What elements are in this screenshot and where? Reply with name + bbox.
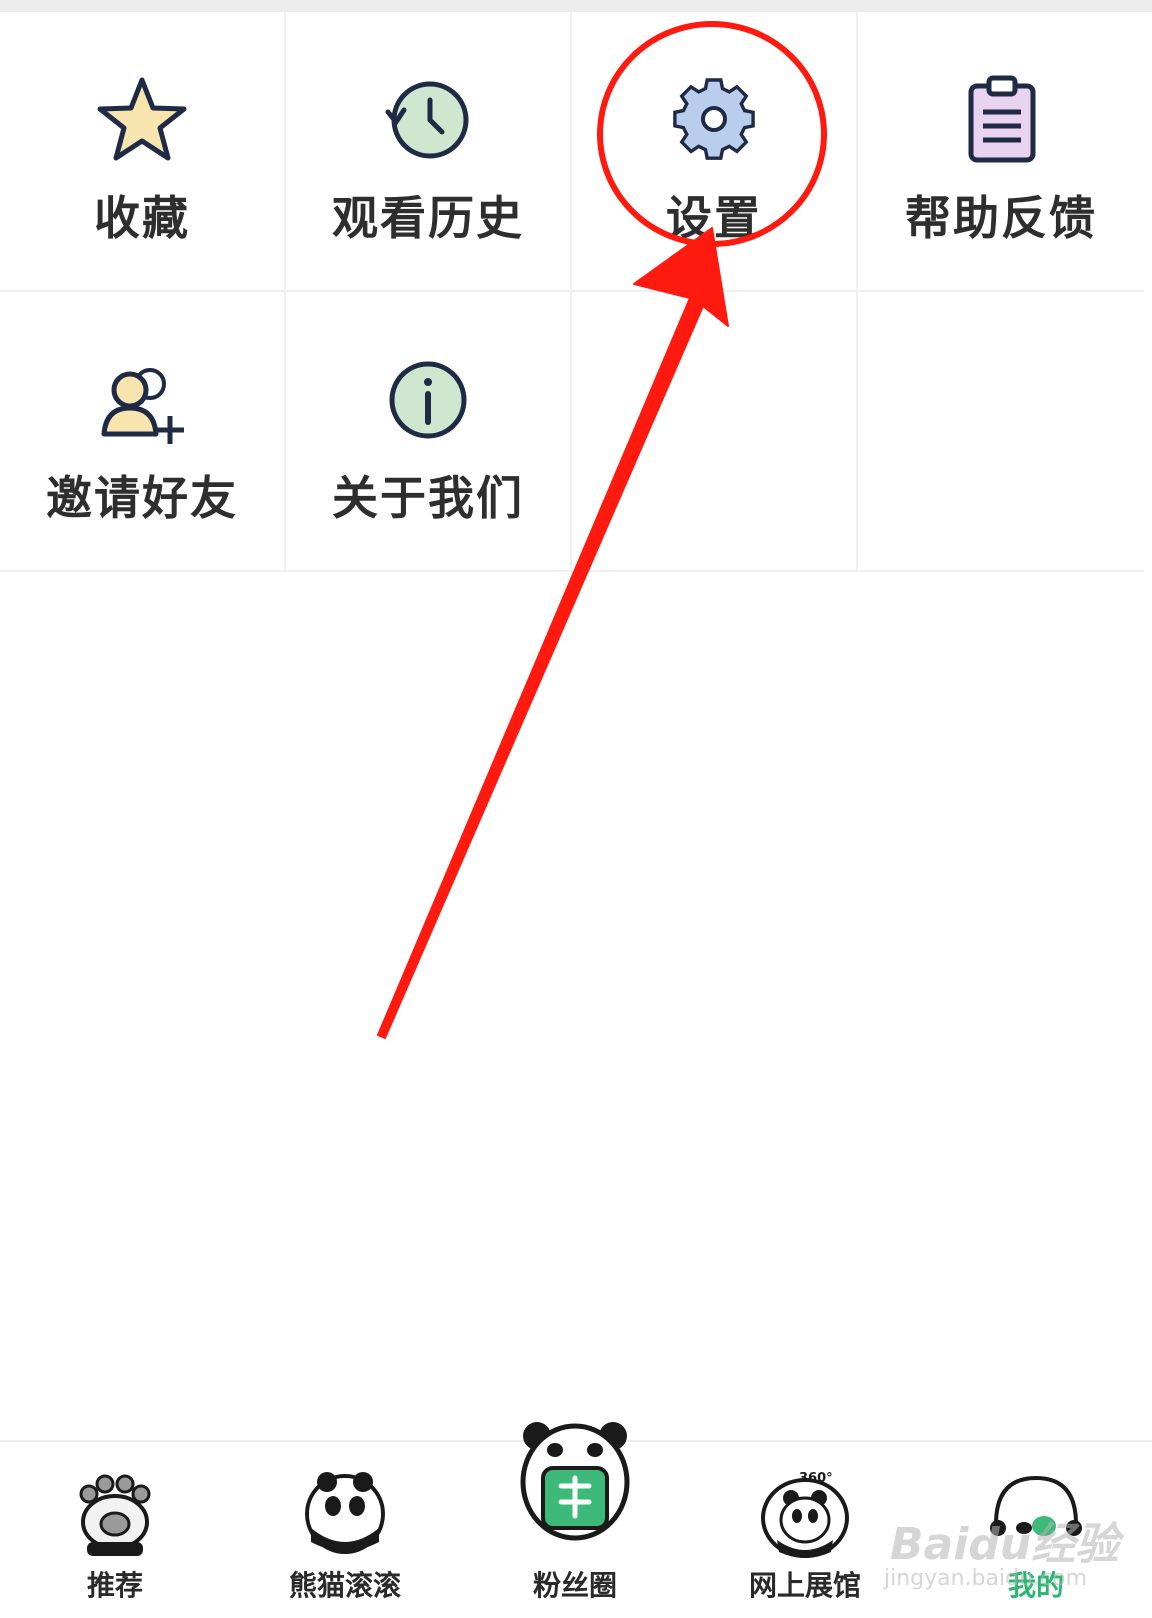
info-icon [286,350,570,450]
menu-item-label: 收藏 [94,191,190,245]
tab-mine[interactable]: 我的 [920,1442,1152,1618]
history-clock-icon [286,70,570,170]
svg-text:360°: 360° [799,1471,833,1486]
panda-360-icon: 360° [690,1464,920,1564]
menu-item-about-us[interactable]: 关于我们 [286,292,572,572]
menu-item-settings[interactable]: 设置 [572,12,858,292]
menu-item-label: 设置 [666,191,762,245]
tab-label: 网上展馆 [748,1569,861,1602]
tab-label: 熊猫滚滚 [288,1569,401,1602]
tab-label: 推荐 [86,1569,143,1602]
panda-profile-icon [920,1464,1152,1564]
tab-fan-circle[interactable]: 粉丝圈 [460,1422,690,1618]
menu-item-label: 帮助反馈 [905,191,1097,245]
rolling-panda-icon [230,1464,460,1560]
menu-grid: 收藏 观看历史 设置 帮助反馈 邀请好友 关于我们 [0,12,1152,574]
menu-item-help-feedback[interactable]: 帮助反馈 [858,12,1144,292]
panda-paw-icon [0,1464,230,1560]
menu-item-label: 邀请好友 [46,471,238,525]
tab-label: 粉丝圈 [532,1569,617,1602]
menu-item-favorites[interactable]: 收藏 [0,12,286,292]
clipboard-icon [858,70,1144,170]
menu-empty-cell [858,292,1144,572]
menu-item-label: 关于我们 [332,471,524,525]
bottom-tab-bar: 推荐 熊猫滚滚 粉丝圈 360° 网上展馆 我的 [0,1422,1152,1618]
menu-item-history[interactable]: 观看历史 [286,12,572,292]
add-friend-icon [0,350,284,450]
status-bar-strip [0,0,1152,12]
tab-online-exhibition[interactable]: 360° 网上展馆 [690,1442,920,1618]
tab-recommend[interactable]: 推荐 [0,1442,230,1618]
panda-fan-circle-icon [460,1416,690,1546]
star-icon [0,70,284,170]
tab-rolling-panda[interactable]: 熊猫滚滚 [230,1442,460,1618]
tab-label: 我的 [1007,1569,1064,1602]
menu-item-label: 观看历史 [332,191,524,245]
gear-icon [572,70,856,170]
menu-empty-cell [572,292,858,572]
menu-item-invite-friends[interactable]: 邀请好友 [0,292,286,572]
